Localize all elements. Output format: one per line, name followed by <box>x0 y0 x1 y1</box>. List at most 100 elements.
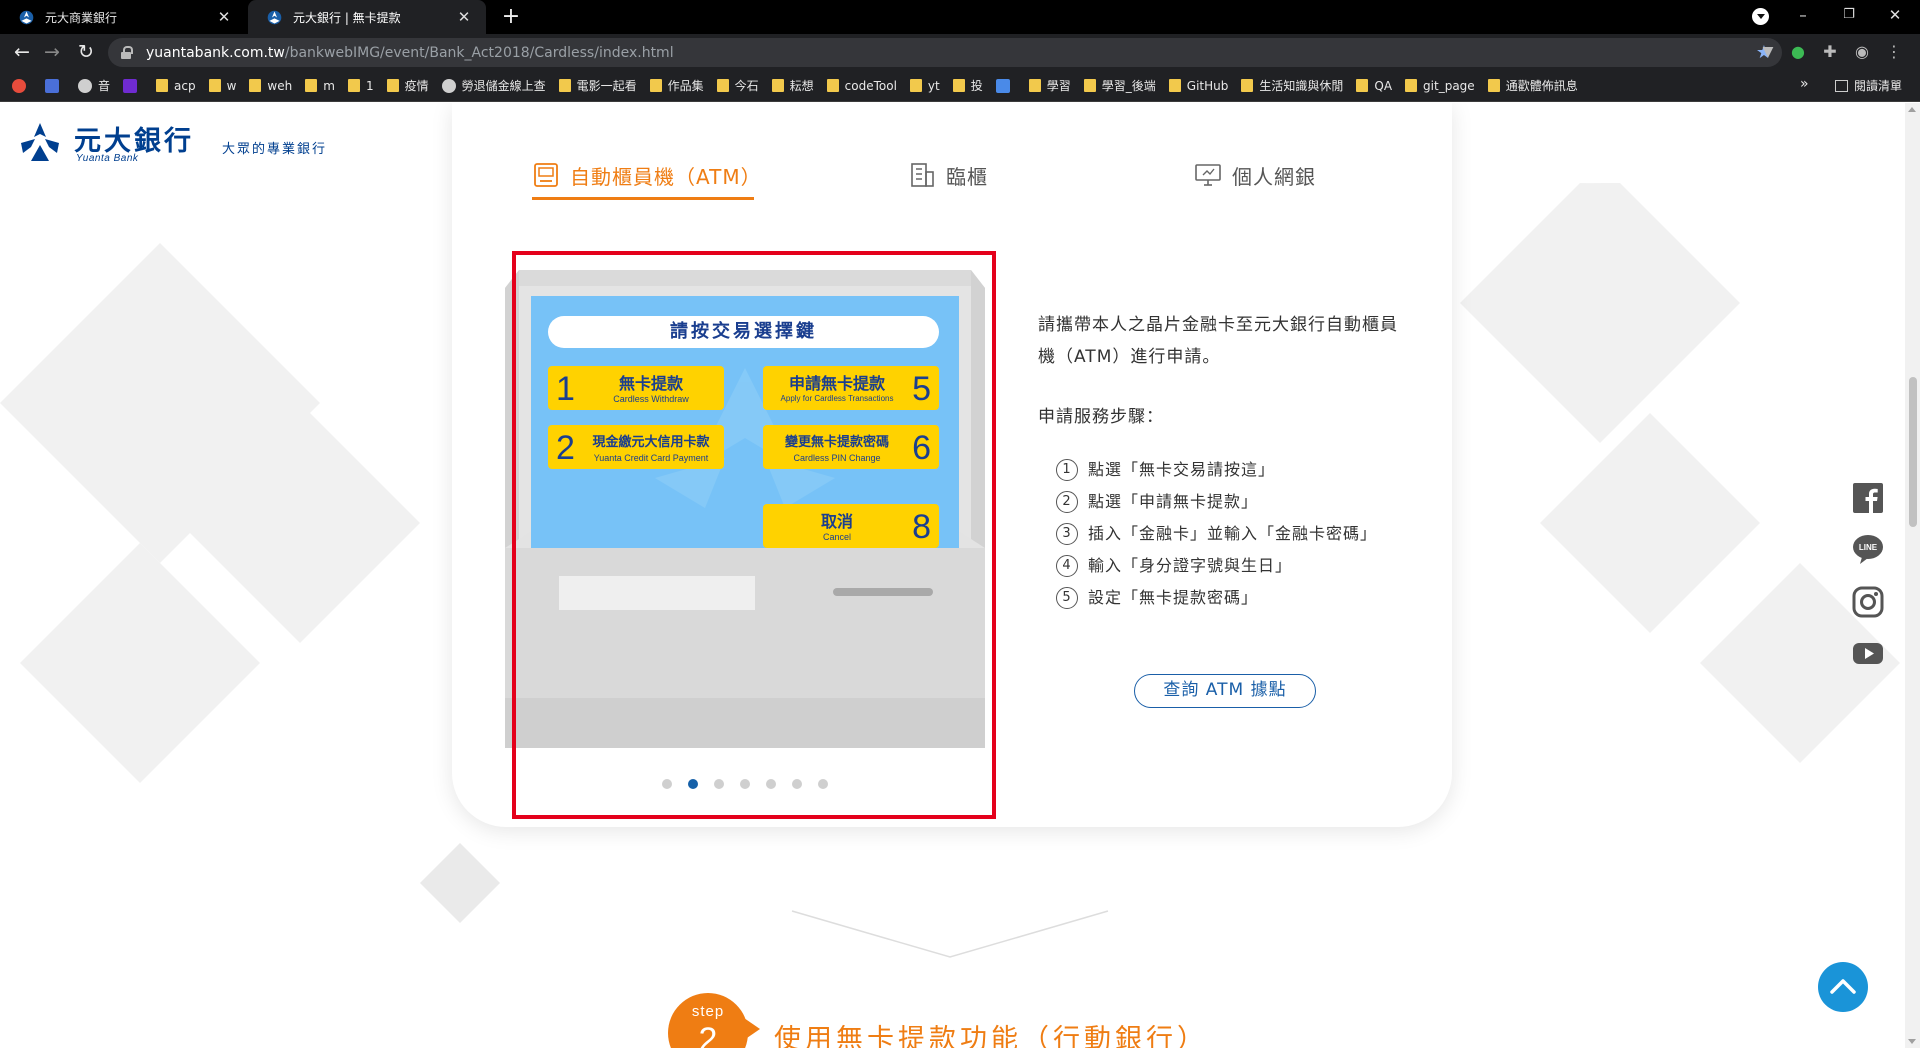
youtube-icon[interactable] <box>1852 637 1884 669</box>
step-text: 點選「申請無卡提款」 <box>1088 492 1259 511</box>
bookmark-label: 疫情 <box>404 79 429 93</box>
folder-icon <box>1356 79 1369 92</box>
yuanta-logo-icon[interactable] <box>19 121 61 163</box>
folder-icon <box>826 79 839 92</box>
tab-atm[interactable]: 自動櫃員機（ATM） <box>532 151 762 199</box>
logo-english-name: Yuanta Bank <box>76 153 139 164</box>
bookmark-item[interactable] <box>123 78 143 93</box>
logo-slogan: 大眾的專業銀行 <box>222 142 328 157</box>
back-arrow-icon[interactable]: ← <box>8 39 36 65</box>
bookmark-label: 學習_後端 <box>1101 79 1156 93</box>
vivaldi-extension-icon[interactable]: ▼ <box>1758 42 1778 62</box>
yuanta-favicon-icon <box>267 10 282 24</box>
tab-search-icon[interactable] <box>1752 8 1769 25</box>
step-text: 點選「無卡交易請按這」 <box>1088 460 1276 479</box>
bookmark-item[interactable]: git_page <box>1405 79 1475 93</box>
browser-tab[interactable]: 元大商業銀行 ✕ <box>0 0 246 34</box>
computer-monitor-icon <box>1195 164 1221 186</box>
new-tab-button[interactable]: + <box>498 4 524 30</box>
bookmark-item[interactable]: 投 <box>952 77 983 94</box>
step-item: 1 點選「無卡交易請按這」 <box>1056 454 1377 486</box>
close-window-button[interactable]: ✕ <box>1872 0 1918 32</box>
bookmark-item[interactable] <box>12 78 32 93</box>
bookmark-item[interactable]: 作品集 <box>649 77 704 94</box>
url-text: yuantabank.com.tw/bankwebIMG/event/Bank_… <box>146 44 674 61</box>
step-item: 5 設定「無卡提款密碼」 <box>1056 582 1377 614</box>
evernote-extension-icon[interactable]: ● <box>1788 42 1808 62</box>
yahoo-icon <box>123 78 138 93</box>
minimize-button[interactable]: – <box>1780 0 1826 32</box>
globe-icon <box>441 78 456 93</box>
back-to-top-button[interactable] <box>1818 962 1868 1012</box>
bookmark-item[interactable]: QA <box>1356 79 1392 93</box>
folder-icon <box>156 79 169 92</box>
scroll-down-arrow-icon[interactable] <box>1908 1039 1916 1044</box>
bookmark-label: w <box>226 78 237 93</box>
close-tab-icon[interactable]: ✕ <box>216 8 232 26</box>
bookmark-item[interactable]: m <box>305 79 335 93</box>
step-text: 插入「金融卡」並輸入「金融卡密碼」 <box>1088 524 1378 543</box>
find-atm-location-button[interactable]: 查詢 ATM 據點 <box>1134 674 1316 708</box>
tab-counter[interactable]: 臨櫃 <box>908 151 988 199</box>
bookmark-item[interactable]: 疫情 <box>386 77 429 94</box>
close-tab-icon[interactable]: ✕ <box>456 8 472 26</box>
step-number-circle: 1 <box>1056 459 1078 481</box>
bookmark-label: 作品集 <box>667 79 704 93</box>
tab-counter-label: 臨櫃 <box>946 164 988 189</box>
bookmark-item[interactable]: 通歡體佈訊息 <box>1487 77 1578 94</box>
bookmark-item[interactable]: 電影一起看 <box>558 77 637 94</box>
bookmark-item[interactable]: GitHub <box>1168 78 1229 93</box>
scroll-up-arrow-icon[interactable] <box>1908 107 1916 112</box>
page-viewport: 元大銀行 Yuanta Bank 大眾的專業銀行 自動櫃員機（ATM） 臨櫃 個… <box>0 103 1905 1048</box>
bookmark-item[interactable]: 學習_後端 <box>1083 77 1156 94</box>
reading-list-icon <box>1835 79 1848 92</box>
browser-menu-icon[interactable]: ⋮ <box>1884 42 1904 62</box>
tab-online-banking[interactable]: 個人網銀 <box>1194 151 1316 199</box>
step-text: 輸入「身分證字號與生日」 <box>1088 556 1293 575</box>
bookmark-item[interactable]: 音 <box>78 77 110 94</box>
atm-description: 請攜帶本人之晶片金融卡至元大銀行自動櫃員機（ATM）進行申請。 <box>1038 315 1398 367</box>
address-bar[interactable]: yuantabank.com.tw/bankwebIMG/event/Bank_… <box>108 38 1782 67</box>
page-scrollbar[interactable] <box>1905 103 1920 1048</box>
bookmark-item[interactable]: acp <box>156 79 196 93</box>
restore-button[interactable]: ❐ <box>1826 0 1872 32</box>
step-number: 2 <box>698 1021 718 1048</box>
bookmark-label: 通歡體佈訊息 <box>1505 79 1578 93</box>
bookmark-item[interactable] <box>995 78 1016 93</box>
bookmark-label: 投 <box>970 79 983 93</box>
bookmark-item[interactable]: 今石 <box>716 77 759 94</box>
bookmark-item[interactable] <box>45 78 65 93</box>
facebook-icon[interactable] <box>1852 482 1884 514</box>
reading-list-button[interactable]: 閱讀清單 <box>1835 77 1902 94</box>
folder-icon <box>649 79 662 92</box>
folder-icon <box>952 79 965 92</box>
bookmark-item[interactable]: yt <box>909 79 940 93</box>
extensions-puzzle-icon[interactable]: ✚ <box>1820 42 1840 62</box>
forward-arrow-icon[interactable]: → <box>38 39 66 65</box>
profile-avatar-icon[interactable]: ◉ <box>1852 42 1872 62</box>
instagram-icon[interactable] <box>1852 586 1884 618</box>
bookmark-item[interactable]: 耘想 <box>771 77 814 94</box>
step-item: 2 點選「申請無卡提款」 <box>1056 486 1377 518</box>
bookmark-label: 音 <box>98 79 111 93</box>
step-label: step <box>691 1003 725 1020</box>
bookmarks-overflow-button[interactable]: » <box>1800 76 1809 92</box>
bookmark-item[interactable]: 學習 <box>1028 77 1071 94</box>
browser-tab-active[interactable]: 元大銀行 | 無卡提款 ✕ <box>248 0 486 34</box>
step-number-circle: 3 <box>1056 523 1078 545</box>
folder-icon <box>386 79 399 92</box>
bookmark-label: GitHub <box>1186 78 1229 93</box>
reload-icon[interactable]: ↻ <box>72 39 100 65</box>
application-method-tabs: 自動櫃員機（ATM） 臨櫃 個人網銀 <box>452 151 1452 203</box>
bookmark-item[interactable]: codeTool <box>826 79 897 93</box>
bookmark-item[interactable]: 生活知識與休閒 <box>1241 77 1343 94</box>
red-circle-icon <box>12 78 26 93</box>
bookmark-item[interactable]: weh <box>249 79 292 93</box>
scrollbar-thumb[interactable] <box>1909 377 1917 527</box>
line-icon[interactable]: LINE <box>1852 533 1884 565</box>
lock-icon <box>120 45 134 60</box>
bookmark-item[interactable]: w <box>208 78 237 93</box>
svg-text:LINE: LINE <box>1859 543 1878 552</box>
bookmark-item[interactable]: 1 <box>347 79 374 93</box>
bookmark-item[interactable]: 勞退儲金線上查 <box>441 77 546 94</box>
